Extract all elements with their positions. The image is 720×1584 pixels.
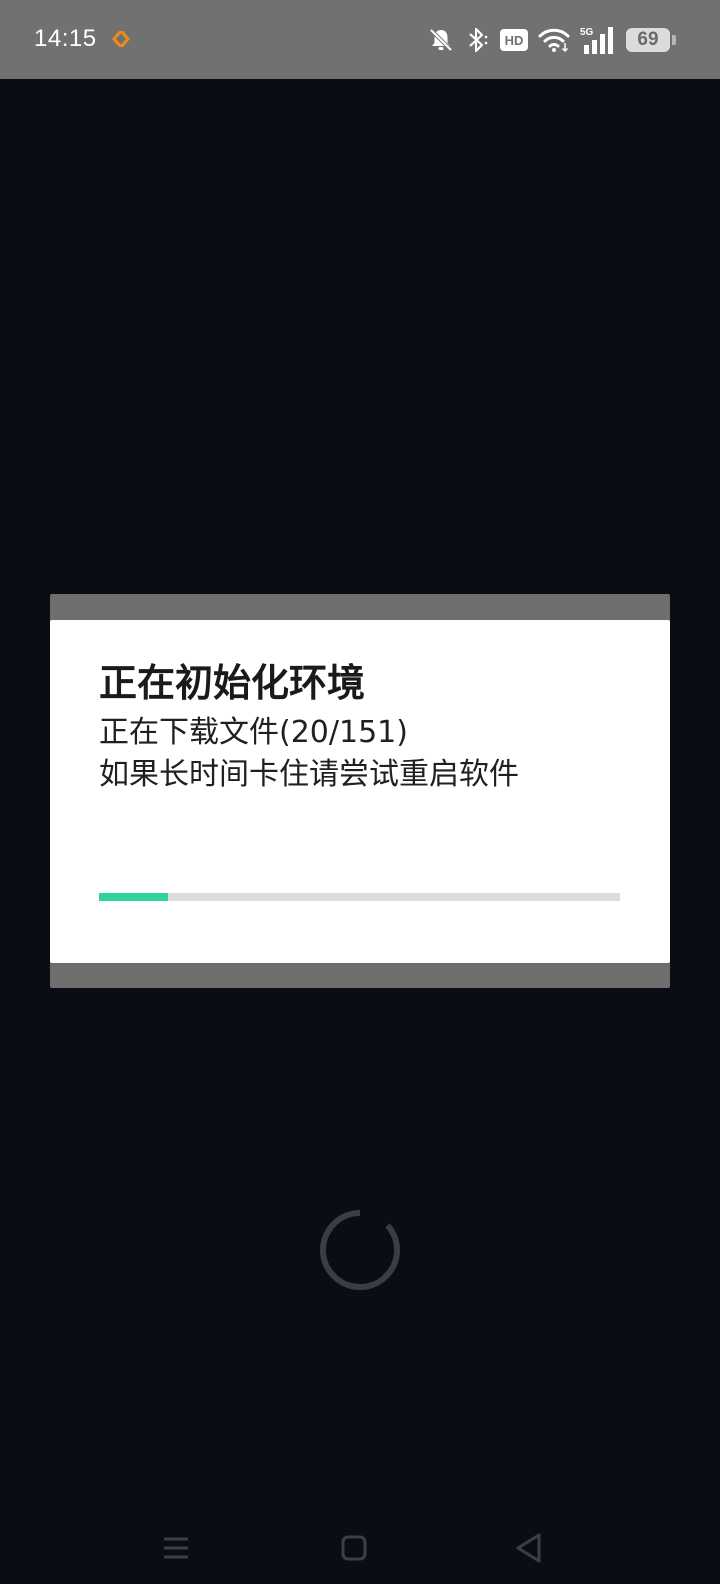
download-progress-fill xyxy=(99,893,169,901)
init-dialog: 正在初始化环境 正在下载文件(20/151) 如果长时间卡住请尝试重启软件 xyxy=(50,620,670,963)
restart-hint-text: 如果长时间卡住请尝试重启软件 xyxy=(99,757,519,792)
battery-level: 69 xyxy=(637,29,659,50)
navigation-bar xyxy=(0,1512,720,1584)
status-icons: HD 5G 69 xyxy=(428,22,676,58)
svg-text:HD: HD xyxy=(505,33,524,48)
app-notification-icon xyxy=(112,31,130,47)
hd-icon: HD xyxy=(500,29,528,51)
status-time: 14:15 xyxy=(34,25,97,52)
5g-signal-icon: 5G xyxy=(580,27,613,54)
back-icon[interactable] xyxy=(508,1526,552,1570)
mute-icon xyxy=(429,28,453,52)
download-status-text: 正在下载文件(20/151) xyxy=(99,715,408,750)
dialog-title: 正在初始化环境 xyxy=(99,661,366,705)
loading-spinner-icon xyxy=(320,1209,400,1290)
battery-icon: 69 xyxy=(626,28,676,52)
menu-icon[interactable] xyxy=(154,1526,198,1570)
home-icon[interactable] xyxy=(332,1526,376,1570)
status-bar: 14:15 HD 5G 69 xyxy=(0,0,720,79)
wifi-icon xyxy=(538,28,570,53)
bluetooth-icon xyxy=(469,27,488,53)
svg-text:5G: 5G xyxy=(580,27,594,38)
download-progress-bar xyxy=(99,893,620,901)
